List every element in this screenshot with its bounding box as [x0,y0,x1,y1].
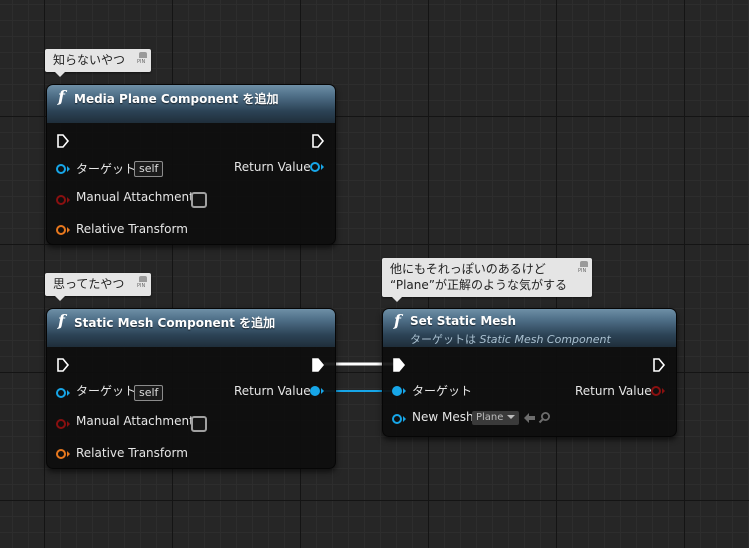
comment-text: 思ってたやつ [53,277,125,291]
self-badge: self [134,385,164,401]
node-header[interactable]: f Set Static Mesh ターゲットは Static Mesh Com… [383,309,676,347]
comment-bubble-right[interactable]: 他にもそれっぽいのあるけど “Plane”が正解のような気がする PIN [382,258,592,302]
relative-transform-label: Relative Transform [76,446,188,460]
pin-arrow-icon [67,451,70,457]
comment-text-line2: “Plane”が正解のような気がする [390,278,567,292]
target-pin-icon[interactable] [56,164,66,174]
manual-attachment-label: Manual Attachment [76,414,194,428]
exec-out-pin-icon[interactable] [652,358,666,372]
exec-out-pin-icon[interactable] [311,134,325,148]
exec-in-pin-icon[interactable] [392,358,406,372]
pin-arrow-icon [67,197,70,203]
function-icon: f [394,311,401,330]
target-label: ターゲット [76,384,137,398]
self-badge: self [134,161,164,177]
target-pin-icon[interactable] [56,388,66,398]
comment-text-line1: 他にもそれっぽいのあるけど [390,262,546,276]
pin-arrow-icon [67,227,70,233]
manual-attachment-label: Manual Attachment [76,190,194,204]
function-icon: f [58,87,65,106]
chevron-down-icon [507,415,516,419]
node-header[interactable]: f Media Plane Component を追加 [47,85,335,123]
manual-attachment-checkbox[interactable] [191,416,207,432]
exec-in-pin-icon[interactable] [56,134,70,148]
pin-arrow-icon [67,390,70,396]
use-asset-arrow-icon[interactable] [523,412,536,424]
target-label: ターゲット [76,162,137,176]
node-add-media-plane-component[interactable]: f Media Plane Component を追加 ターゲット self R… [46,84,336,245]
node-title: Static Mesh Component を追加 [74,316,276,330]
pin-arrow-icon [67,166,70,172]
return-value-pin-icon[interactable] [310,162,320,172]
manual-attachment-checkbox[interactable] [191,192,207,208]
return-value-pin-icon[interactable] [310,386,320,396]
new-mesh-pin-icon[interactable] [392,414,402,424]
comment-text: 知らないやつ [53,53,126,67]
node-header[interactable]: f Static Mesh Component を追加 [47,309,335,347]
pin-arrow-icon [321,164,324,170]
return-value-label: Return Value [234,384,311,398]
node-subtitle: ターゲットは Static Mesh Component [410,333,611,346]
exec-in-pin-icon[interactable] [56,358,70,372]
comment-bubble-top[interactable]: 知らないやつ PIN [45,49,151,77]
return-value-pin-icon[interactable] [651,386,661,396]
new-mesh-asset-dropdown[interactable]: Plane [472,411,520,425]
new-mesh-label: New Mesh [412,410,474,424]
return-value-label: Return Value [234,160,311,174]
blueprint-graph-canvas[interactable]: 知らないやつ PIN 思ってたやつ PIN 他にもそれっぽいのあるけど “Pla… [0,0,749,548]
manual-attachment-pin-icon[interactable] [56,419,66,429]
function-icon: f [58,311,65,330]
pin-icon[interactable]: PIN [137,276,148,289]
relative-transform-label: Relative Transform [76,222,188,236]
comment-bubble-middle[interactable]: 思ってたやつ PIN [45,273,151,301]
node-add-static-mesh-component[interactable]: f Static Mesh Component を追加 ターゲット self R… [46,308,336,469]
target-label: ターゲット [412,384,473,398]
pin-arrow-icon [662,388,665,394]
exec-out-pin-icon[interactable] [311,358,325,372]
relative-transform-pin-icon[interactable] [56,225,66,235]
node-title: Media Plane Component を追加 [74,92,279,106]
pin-arrow-icon [321,388,324,394]
return-value-label: Return Value [575,384,652,398]
pin-arrow-icon [403,416,406,422]
target-pin-icon[interactable] [392,386,402,396]
relative-transform-pin-icon[interactable] [56,449,66,459]
pin-icon[interactable]: PIN [578,261,589,274]
search-icon[interactable] [538,411,551,424]
pin-arrow-icon [403,388,406,394]
manual-attachment-pin-icon[interactable] [56,195,66,205]
pin-icon[interactable]: PIN [137,52,148,65]
pin-arrow-icon [67,421,70,427]
new-mesh-value: Plane [476,412,504,423]
node-title: Set Static Mesh [410,314,517,328]
node-set-static-mesh[interactable]: f Set Static Mesh ターゲットは Static Mesh Com… [382,308,677,437]
